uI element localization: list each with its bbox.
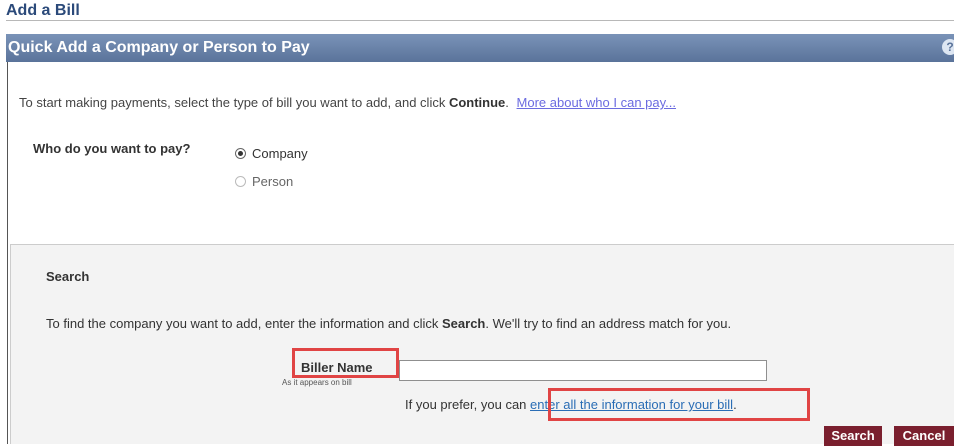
page-title: Add a Bill	[6, 2, 80, 19]
highlight-box-enter-info-link	[548, 388, 810, 421]
title-divider	[6, 20, 954, 21]
search-desc-after: . We'll try to find an address match for…	[485, 316, 732, 331]
section-header-title: Quick Add a Company or Person to Pay	[8, 39, 310, 56]
biller-name-label: Biller Name	[301, 360, 373, 375]
search-desc-before: To find the company you want to add, ent…	[46, 316, 443, 331]
help-icon[interactable]: ?	[942, 39, 954, 55]
intro-text: To start making payments, select the typ…	[19, 95, 676, 110]
continue-word: Continue	[448, 95, 506, 110]
radio-company-label: Company	[252, 146, 308, 161]
cancel-button[interactable]: Cancel	[894, 426, 954, 446]
intro-text-after: .	[505, 95, 509, 110]
section-header: Quick Add a Company or Person to Pay ?	[6, 34, 954, 62]
radio-company-button[interactable]	[235, 148, 246, 159]
radio-person[interactable]: Person	[235, 174, 293, 189]
who-to-pay-label: Who do you want to pay?	[33, 141, 191, 156]
search-desc-bold: Search	[442, 316, 486, 331]
search-button[interactable]: Search	[824, 426, 882, 446]
more-about-link[interactable]: More about who I can pay...	[517, 95, 676, 110]
prefer-text-lead: If you prefer, you can	[405, 397, 531, 412]
frame-border	[7, 62, 8, 444]
radio-company[interactable]: Company	[235, 146, 308, 161]
biller-name-hint: As it appears on bill	[282, 378, 352, 387]
search-title: Search	[46, 269, 90, 284]
radio-person-button[interactable]	[235, 176, 246, 187]
search-description: To find the company you want to add, ent…	[46, 316, 731, 331]
biller-name-input[interactable]	[399, 360, 767, 381]
radio-person-label: Person	[252, 174, 294, 189]
search-panel	[10, 244, 954, 444]
intro-text-before: To start making payments, select the typ…	[19, 95, 449, 110]
